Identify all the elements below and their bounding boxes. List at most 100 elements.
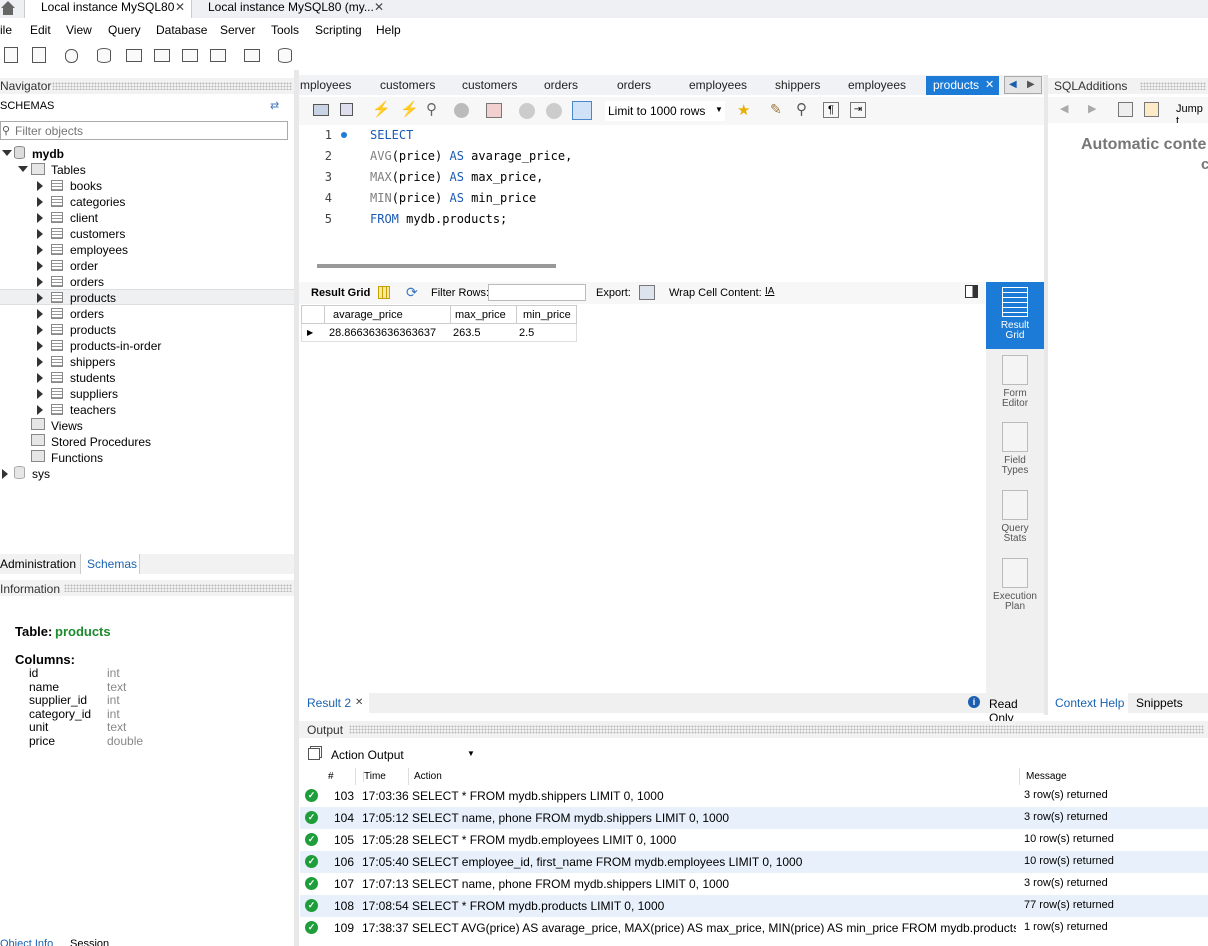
menu-query[interactable]: Query	[108, 23, 141, 37]
find-icon[interactable]: ⚲	[796, 100, 807, 118]
tab-snippets[interactable]: Snippets	[1136, 696, 1183, 710]
tab-scroll-buttons[interactable]: ◀ ▶	[1004, 76, 1042, 94]
export-icon[interactable]	[639, 285, 655, 300]
schema-sys[interactable]: sys	[32, 467, 50, 481]
execution-plan-button[interactable]: Execution Plan	[986, 558, 1044, 612]
table-item[interactable]: products	[70, 291, 116, 305]
menu-file[interactable]: ile	[0, 23, 12, 37]
expand-arrow-icon[interactable]	[37, 373, 43, 383]
query-tab-8[interactable]: employees	[848, 77, 906, 95]
result-tab[interactable]: Result 2 ✕	[299, 693, 369, 713]
table-row[interactable]: ✓ 107 17:07:13 SELECT name, phone FROM mydb…	[300, 873, 1208, 895]
menu-server[interactable]: Server	[220, 23, 255, 37]
table-row[interactable]: ✓ 105 17:05:28 SELECT * FROM mydb.employees…	[300, 829, 1208, 851]
table-row[interactable]: ✓ 108 17:08:54 SELECT * FROM mydb.products …	[300, 895, 1208, 917]
sql-line[interactable]: FROM mydb.products;	[370, 212, 507, 233]
connection-tab-1[interactable]: Local instance MySQL80 ✕	[24, 0, 192, 18]
cell[interactable]: 2.5	[519, 327, 534, 339]
execute-icon[interactable]: ⚡	[372, 100, 391, 118]
add-snippet-icon[interactable]: ★	[737, 101, 750, 119]
wrap-lines-icon[interactable]: ⇥	[850, 102, 866, 118]
refresh-icon[interactable]: ⇄	[270, 99, 279, 112]
table-item[interactable]: products-in-order	[70, 339, 161, 353]
expand-arrow-icon[interactable]	[37, 389, 43, 399]
query-tab-3[interactable]: customers	[462, 77, 517, 95]
create-table-icon[interactable]	[124, 45, 144, 67]
table-item[interactable]: students	[70, 371, 115, 385]
menu-scripting[interactable]: Scripting	[315, 23, 362, 37]
query-tab-6[interactable]: employees	[689, 77, 747, 95]
close-icon[interactable]: ✕	[985, 78, 994, 91]
table-item[interactable]: order	[70, 259, 98, 273]
forward-icon[interactable]: ▶	[1088, 102, 1096, 115]
manual-help-icon[interactable]	[1118, 102, 1133, 117]
editor-hscroll[interactable]	[317, 264, 556, 268]
query-tab-2[interactable]: customers	[380, 77, 435, 95]
inspector-icon[interactable]	[62, 45, 82, 67]
save-icon[interactable]	[340, 103, 353, 116]
create-schema-icon[interactable]	[94, 45, 114, 67]
execute-current-icon[interactable]: ⚡	[400, 100, 419, 118]
table-row[interactable]: ✓ 109 17:38:37 SELECT AVG(price) AS avarage…	[300, 917, 1208, 939]
refresh-icon[interactable]: ⟳	[406, 284, 418, 301]
create-function-icon[interactable]	[208, 45, 228, 67]
column-header[interactable]: max_price	[450, 306, 516, 323]
query-tab-1[interactable]: mployees	[300, 77, 351, 95]
table-item[interactable]: teachers	[70, 403, 116, 417]
scroll-right-icon[interactable]: ▶	[1027, 79, 1035, 90]
query-stats-button[interactable]: Query Stats	[986, 490, 1044, 544]
menu-edit[interactable]: Edit	[30, 23, 51, 37]
search-table-data-icon[interactable]	[242, 45, 262, 67]
table-row[interactable]: ✓ 103 17:03:36 SELECT * FROM mydb.shippers …	[300, 785, 1208, 807]
expand-arrow-icon[interactable]	[37, 309, 43, 319]
expand-arrow-icon[interactable]	[37, 405, 43, 415]
auto-help-icon[interactable]	[1144, 102, 1159, 117]
explain-icon[interactable]: ⚲	[426, 100, 437, 118]
close-icon[interactable]: ✕	[355, 697, 363, 708]
expand-arrow-icon[interactable]	[37, 325, 43, 335]
query-tab-active[interactable]: products ✕	[926, 76, 999, 95]
rollback-icon[interactable]	[546, 103, 562, 119]
expand-arrow-icon[interactable]	[37, 341, 43, 351]
toggle-panel-icon[interactable]	[965, 285, 978, 298]
table-item[interactable]: orders	[70, 307, 104, 321]
expand-arrow-icon[interactable]	[37, 261, 43, 271]
table-row[interactable]: ✓ 106 17:05:40 SELECT employee_id, first_na…	[300, 851, 1208, 873]
open-sql-script-icon[interactable]	[30, 45, 50, 67]
query-tab-7[interactable]: shippers	[775, 77, 820, 95]
sql-line[interactable]: MIN(price) AS min_price	[370, 191, 536, 212]
output-type-select[interactable]: Action Output ▼	[328, 746, 476, 764]
form-editor-button[interactable]: Form Editor	[986, 355, 1044, 409]
expand-arrow-icon[interactable]	[37, 357, 43, 367]
copy-icon[interactable]	[308, 748, 320, 760]
toggle-continue-icon[interactable]	[486, 103, 502, 118]
invisible-chars-icon[interactable]: ¶	[823, 102, 839, 118]
commit-icon[interactable]	[519, 103, 535, 119]
table-item[interactable]: products	[70, 323, 116, 337]
open-file-icon[interactable]	[313, 104, 329, 116]
menu-view[interactable]: View	[66, 23, 92, 37]
filter-rows-input[interactable]	[488, 284, 586, 301]
tab-administration[interactable]: Administration	[0, 557, 76, 571]
column-header[interactable]: avarage_price	[324, 306, 450, 323]
result-grid-side-button[interactable]: Result Grid	[986, 287, 1044, 341]
stored-procedures-folder[interactable]: Stored Procedures	[51, 435, 151, 449]
table-item[interactable]: orders	[70, 275, 104, 289]
expand-arrow-icon[interactable]	[37, 293, 43, 303]
reconnect-icon[interactable]	[275, 45, 295, 67]
table-item[interactable]: suppliers	[70, 387, 118, 401]
expand-arrow-sys[interactable]	[2, 469, 8, 479]
menu-database[interactable]: Database	[156, 23, 207, 37]
new-sql-tab-icon[interactable]	[2, 45, 22, 67]
sql-line[interactable]: AVG(price) AS avarage_price,	[370, 149, 572, 170]
table-item[interactable]: employees	[70, 243, 128, 257]
limit-rows-select[interactable]: Limit to 1000 rows ▼	[605, 101, 725, 121]
create-view-icon[interactable]	[152, 45, 172, 67]
cell[interactable]: 28.866363636363637	[329, 327, 436, 339]
functions-folder[interactable]: Functions	[51, 451, 103, 465]
back-icon[interactable]: ◀	[1060, 102, 1068, 115]
sql-line[interactable]: SELECT	[370, 128, 413, 149]
stop-icon[interactable]	[454, 103, 469, 118]
close-icon[interactable]: ✕	[374, 0, 384, 14]
table-row[interactable]: ✓ 104 17:05:12 SELECT name, phone FROM mydb…	[300, 807, 1208, 829]
